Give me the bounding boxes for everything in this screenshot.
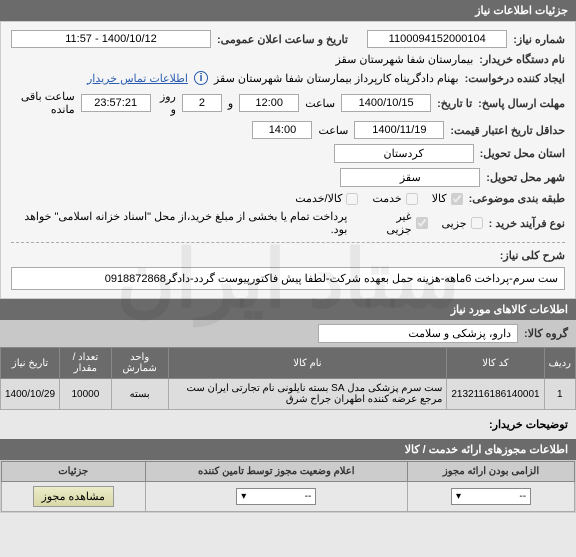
cb-khadamat[interactable]: خدمت xyxy=(372,192,417,205)
remaining-label: ساعت باقی مانده xyxy=(11,90,75,116)
day-count: 2 xyxy=(182,94,222,112)
group-value: دارو، پزشکی و سلامت xyxy=(318,324,518,343)
deadline-date: 1400/10/15 xyxy=(341,94,431,112)
remaining-time: 23:57:21 xyxy=(81,94,151,112)
th-idx: ردیف xyxy=(544,348,575,379)
perm-header: اطلاعات مجوزهای ارائه خدمت / کالا xyxy=(405,444,568,456)
perm-th-status: اعلام وضعیت مجوز توسط تامین کننده xyxy=(145,462,408,482)
items-table: ردیف کد کالا نام کالا واحد شمارش تعداد /… xyxy=(0,347,576,410)
info-icon: i xyxy=(194,71,208,85)
group-row: گروه کالا: دارو، پزشکی و سلامت xyxy=(0,320,576,347)
panel-title: جزئیات اطلاعات نیاز xyxy=(475,5,568,17)
cb-mixed[interactable]: کالا/خدمت xyxy=(295,192,358,205)
requester-value: بهنام دادگرپناه کارپرداز بیمارستان شفا ش… xyxy=(214,72,459,85)
reqnum-label: شماره نیاز: xyxy=(513,33,565,46)
items-table-head: ردیف کد کالا نام کالا واحد شمارش تعداد /… xyxy=(1,348,576,379)
pubdate-value: 1400/10/12 - 11:57 xyxy=(11,30,211,48)
info-panel: شماره نیاز: 1100094152000104 تاریخ و ساع… xyxy=(0,21,576,299)
cell-unit: بسته xyxy=(111,379,168,410)
requester-label: ایجاد کننده درخواست: xyxy=(465,72,565,85)
province-label: استان محل تحویل: xyxy=(480,147,565,160)
cb-jozi[interactable]: جزیی xyxy=(442,217,483,230)
desc-text: ست سرم-پرداخت 6ماهه-هزینه حمل بعهده شرکت… xyxy=(11,267,565,290)
chevron-down-icon: ▾ xyxy=(241,491,246,502)
th-date: تاریخ نیاز xyxy=(1,348,60,379)
items-header: اطلاعات کالاهای مورد نیاز xyxy=(451,304,568,316)
reqnum-value: 1100094152000104 xyxy=(367,30,507,48)
and-label: و xyxy=(228,97,233,110)
price-valid-date: 1400/11/19 xyxy=(354,121,444,139)
pubdate-label: تاریخ و ساعت اعلان عمومی: xyxy=(217,33,348,46)
category-label: طبقه بندی موضوعی: xyxy=(469,192,565,205)
perm-table: الزامی بودن ارائه مجوز اعلام وضعیت مجوز … xyxy=(1,461,575,512)
cell-qty: 10000 xyxy=(60,379,112,410)
table-row: 1 2132116186140001 ست سرم پزشکی مدل SA ب… xyxy=(1,379,576,410)
perm-cell-status: -- ▾ xyxy=(145,482,408,512)
city-label: شهر محل تحویل: xyxy=(486,171,565,184)
cb-kala[interactable]: کالا xyxy=(432,192,463,205)
contact-link[interactable]: اطلاعات تماس خریدار xyxy=(87,72,188,85)
cell-date: 1400/10/29 xyxy=(1,379,60,410)
th-qty: تعداد / مقدار xyxy=(60,348,112,379)
perm-th-details: جزئیات xyxy=(2,462,146,482)
buyer-note-label: توضیحات خریدار: xyxy=(0,410,576,439)
desc-title-label: شرح کلی نیاز: xyxy=(500,249,565,262)
th-name: نام کالا xyxy=(168,348,447,379)
chevron-down-icon: ▾ xyxy=(456,491,461,502)
th-unit: واحد شمارش xyxy=(111,348,168,379)
province-value: کردستان xyxy=(334,144,474,163)
cb-nonjozi[interactable]: غیر جزیی xyxy=(369,210,427,236)
perm-cell-btn: مشاهده مجوز xyxy=(2,482,146,512)
price-valid-label: حداقل تاریخ اعتبار قیمت: xyxy=(450,124,565,137)
panel-header-details: جزئیات اطلاعات نیاز xyxy=(0,0,576,21)
group-label: گروه کالا: xyxy=(524,327,568,340)
process-note: پرداخت تمام یا بخشی از مبلغ خرید،از محل … xyxy=(11,210,347,236)
reply-deadline-label: مهلت ارسال پاسخ: xyxy=(478,97,565,110)
cell-code: 2132116186140001 xyxy=(447,379,544,410)
time-label-1: ساعت xyxy=(305,97,335,110)
deadline-time: 12:00 xyxy=(239,94,299,112)
time-label-2: ساعت xyxy=(318,124,348,137)
items-header-bar: اطلاعات کالاهای مورد نیاز xyxy=(0,299,576,320)
buyer-label: نام دستگاه خریدار: xyxy=(479,53,565,66)
th-code: کد کالا xyxy=(447,348,544,379)
perm-panel: الزامی بودن ارائه مجوز اعلام وضعیت مجوز … xyxy=(0,460,576,513)
perm-status-dropdown[interactable]: -- ▾ xyxy=(236,488,316,505)
process-label: نوع فرآیند خرید : xyxy=(489,217,565,230)
cell-name: ست سرم پزشکی مدل SA بسته نایلونی نام تجا… xyxy=(168,379,447,410)
city-value: سقز xyxy=(340,168,480,187)
perm-row: -- ▾ -- ▾ مشاهده مجوز xyxy=(2,482,575,512)
price-valid-time: 14:00 xyxy=(252,121,312,139)
view-permit-button[interactable]: مشاهده مجوز xyxy=(33,486,114,507)
cell-idx: 1 xyxy=(544,379,575,410)
buyer-value: بیمارستان شفا شهرستان سقز xyxy=(335,53,473,66)
perm-cell-req: -- ▾ xyxy=(408,482,575,512)
perm-th-req: الزامی بودن ارائه مجوز xyxy=(408,462,575,482)
until-label: تا تاریخ: xyxy=(437,97,472,110)
perm-req-dropdown[interactable]: -- ▾ xyxy=(451,488,531,505)
perm-header-bar: اطلاعات مجوزهای ارائه خدمت / کالا xyxy=(0,439,576,460)
day-label: روز و xyxy=(157,90,176,116)
